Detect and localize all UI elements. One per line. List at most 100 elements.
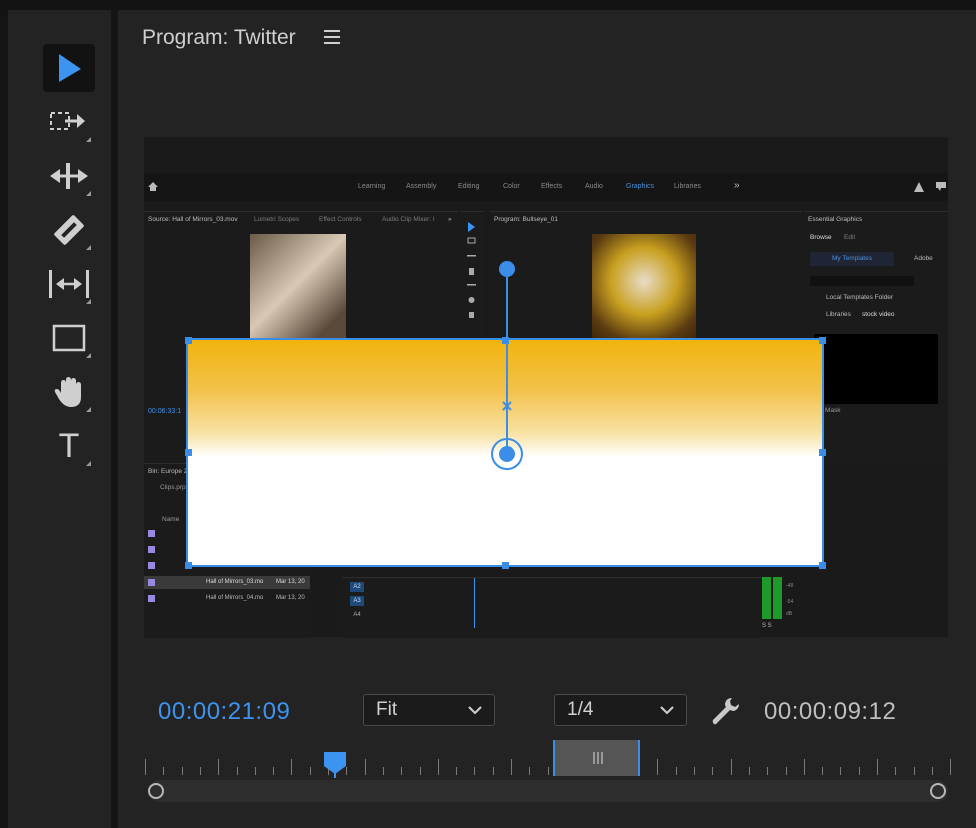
eg-title: Essential Graphics bbox=[808, 216, 863, 223]
transform-handle-bl[interactable] bbox=[185, 562, 192, 569]
bin-row-date: Mar 13, 20 bbox=[276, 595, 305, 601]
rectangle-tool[interactable] bbox=[43, 314, 95, 362]
chat-icon bbox=[936, 182, 946, 191]
eg-tab-edit: Edit bbox=[844, 234, 856, 241]
bin-row-selected[interactable]: Hall of Mirrors_03.mo Mar 13, 20 bbox=[144, 576, 310, 589]
bin-swatch bbox=[148, 546, 155, 553]
embedded-tab-effect-controls: Effect Controls bbox=[319, 216, 362, 223]
transform-handle-tr[interactable] bbox=[819, 337, 826, 344]
settings-wrench-button[interactable] bbox=[710, 696, 740, 731]
time-ruler[interactable] bbox=[145, 755, 952, 777]
embedded-workspace-bar: Learning Assembly Editing Color Effects … bbox=[144, 173, 948, 201]
track-select-tool[interactable] bbox=[43, 98, 95, 146]
eg-search bbox=[810, 276, 914, 286]
ruler-tick bbox=[309, 767, 311, 775]
ruler-tick bbox=[767, 767, 769, 775]
bin-title: Bin: Europe 20 bbox=[148, 468, 192, 475]
monitor-controls: 00:00:21:09 Fit 1/4 00:00:09:12 bbox=[118, 690, 976, 740]
ruler-tick bbox=[474, 767, 476, 775]
bin-swatch bbox=[148, 562, 155, 569]
ruler-tick bbox=[803, 759, 805, 775]
workspace-effects: Effects bbox=[541, 183, 563, 190]
embedded-timeline: A2 A3 A4 bbox=[342, 577, 762, 638]
ruler-tick bbox=[254, 767, 256, 775]
bin-row-date: Mar 13, 20 bbox=[276, 579, 305, 585]
scrollbar-handle-left[interactable] bbox=[148, 783, 164, 799]
embedded-source-title: Source: Hall of Mirrors_03.mov bbox=[148, 216, 238, 223]
ruler-tick bbox=[657, 759, 659, 775]
eg-preview bbox=[814, 334, 938, 404]
ruler-tick bbox=[382, 767, 384, 775]
transform-handle-mr[interactable] bbox=[819, 449, 826, 456]
ruler-tick bbox=[913, 767, 915, 775]
rotation-anchor-control[interactable] bbox=[486, 258, 526, 472]
track-a3: A3 bbox=[350, 596, 364, 606]
transform-handle-br[interactable] bbox=[819, 562, 826, 569]
workspace-graphics: Graphics bbox=[626, 183, 655, 190]
ruler-tick bbox=[675, 767, 677, 775]
track-a2: A2 bbox=[350, 582, 364, 592]
workspace-assembly: Assembly bbox=[406, 183, 437, 190]
slip-tool[interactable] bbox=[43, 260, 95, 308]
panel-title: Program: Twitter bbox=[142, 26, 296, 49]
tools-panel: T bbox=[8, 10, 111, 828]
transform-handle-bc[interactable] bbox=[502, 562, 509, 569]
ruler-tick bbox=[840, 767, 842, 775]
embedded-program-title: Program: Bullseye_01 bbox=[494, 216, 558, 223]
eg-local-templates: Local Templates Folder bbox=[826, 294, 894, 301]
ripple-edit-icon bbox=[50, 163, 88, 189]
embedded-tools bbox=[460, 211, 484, 342]
ripple-edit-tool[interactable] bbox=[43, 152, 95, 200]
ruler-tick bbox=[511, 759, 512, 775]
eg-libraries-value: stock video bbox=[862, 311, 895, 318]
chevron-down-icon bbox=[660, 705, 674, 714]
eg-libraries: Libraries bbox=[826, 311, 851, 318]
timeline-playhead-line bbox=[474, 578, 475, 628]
bin-row-name: Hall of Mirrors_03.mo bbox=[206, 579, 264, 585]
ruler-tick bbox=[456, 767, 458, 775]
meter-solo: S S bbox=[762, 623, 772, 629]
source-thumbnail bbox=[250, 234, 346, 352]
type-icon: T bbox=[58, 426, 80, 465]
playhead-marker[interactable] bbox=[323, 752, 347, 778]
hand-tool[interactable] bbox=[43, 368, 95, 416]
panel-divider[interactable] bbox=[111, 10, 118, 828]
scrollbar-handle-right[interactable] bbox=[930, 783, 946, 799]
ruler-tick bbox=[529, 767, 531, 775]
zoom-scrollbar[interactable] bbox=[148, 780, 948, 802]
track-select-forward-icon bbox=[50, 112, 85, 130]
ruler-tick bbox=[950, 759, 952, 775]
rectangle-icon bbox=[52, 324, 86, 352]
razor-tool[interactable] bbox=[43, 206, 95, 254]
bin-file: Clips.prpr bbox=[160, 484, 188, 491]
ruler-tick bbox=[218, 759, 220, 775]
playhead-timecode[interactable]: 00:00:21:09 bbox=[158, 698, 290, 726]
meter-tick: -48 bbox=[786, 583, 794, 589]
zoom-level-dropdown[interactable]: Fit bbox=[363, 694, 495, 726]
selection-tool[interactable] bbox=[43, 44, 95, 92]
type-tool[interactable]: T bbox=[43, 422, 95, 470]
eg-adobe: Adobe bbox=[914, 255, 933, 262]
zoom-level-value: Fit bbox=[376, 699, 398, 720]
ruler-tick bbox=[401, 767, 403, 775]
hand-icon bbox=[54, 377, 81, 407]
embedded-tab-audio-mixer: Audio Clip Mixer: I bbox=[382, 216, 435, 223]
bin-row[interactable]: Hall of Mirrors_04.mo Mar 13, 20 bbox=[144, 592, 310, 605]
ruler-tick bbox=[931, 767, 933, 775]
bin-col-name: Name bbox=[162, 516, 180, 523]
workspace-libraries: Libraries bbox=[674, 183, 701, 190]
meter-tick: -54 bbox=[786, 599, 794, 605]
workspace-more: » bbox=[734, 180, 740, 191]
playback-resolution-dropdown[interactable]: 1/4 bbox=[554, 694, 687, 726]
workspace-learning: Learning bbox=[358, 183, 386, 190]
transform-handle-tl[interactable] bbox=[185, 337, 192, 344]
ruler-tick bbox=[145, 759, 146, 775]
track-a4: A4 bbox=[353, 612, 361, 618]
ruler-tick bbox=[419, 767, 421, 775]
panel-menu-icon[interactable] bbox=[324, 30, 340, 49]
work-area-bar[interactable] bbox=[553, 740, 640, 776]
ruler-tick bbox=[181, 767, 183, 775]
bin-row-name: Hall of Mirrors_04.mo bbox=[206, 595, 264, 601]
transform-handle-ml[interactable] bbox=[185, 449, 192, 456]
ruler-tick bbox=[730, 759, 732, 775]
